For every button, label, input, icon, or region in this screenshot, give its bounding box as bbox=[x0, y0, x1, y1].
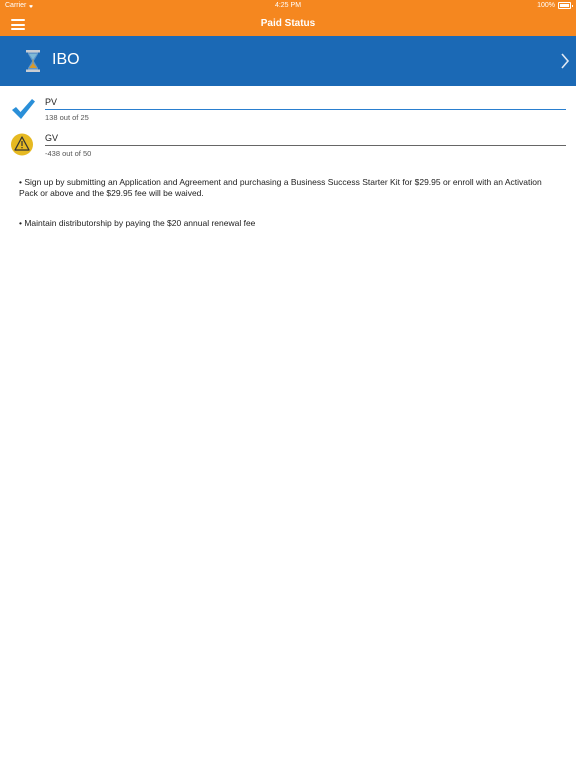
checkmark-icon bbox=[12, 99, 35, 119]
warning-icon bbox=[11, 133, 33, 156]
metric-row-gv: GV -438 out of 50 bbox=[0, 133, 576, 161]
chevron-right-icon[interactable] bbox=[560, 52, 570, 70]
battery-icon bbox=[558, 2, 573, 9]
metric-value: 138 out of 25 bbox=[45, 113, 89, 122]
hourglass-icon bbox=[26, 50, 40, 72]
metric-value: -438 out of 50 bbox=[45, 149, 92, 158]
metric-label: PV bbox=[45, 97, 58, 107]
status-time: 4:25 PM bbox=[274, 2, 302, 9]
metric-row-pv: PV 138 out of 25 bbox=[0, 97, 576, 125]
header: Carrier 4:25 PM 100% Paid Status bbox=[0, 0, 576, 36]
status-bar: Carrier 4:25 PM 100% bbox=[0, 0, 576, 13]
battery-indicator: 100% bbox=[537, 2, 573, 9]
page-title: Paid Status bbox=[260, 18, 316, 29]
metric-divider bbox=[45, 145, 566, 146]
battery-percent: 100% bbox=[537, 2, 555, 9]
navigation-bar: Paid Status bbox=[0, 13, 576, 36]
ibo-banner[interactable]: IBO bbox=[0, 36, 576, 86]
metric-label: GV bbox=[45, 133, 59, 143]
metric-divider bbox=[45, 109, 566, 110]
banner-title: IBO bbox=[52, 51, 80, 68]
requirement-item: • Sign up by submitting an Application a… bbox=[19, 177, 542, 198]
requirement-item: • Maintain distributorship by paying the… bbox=[19, 218, 256, 228]
